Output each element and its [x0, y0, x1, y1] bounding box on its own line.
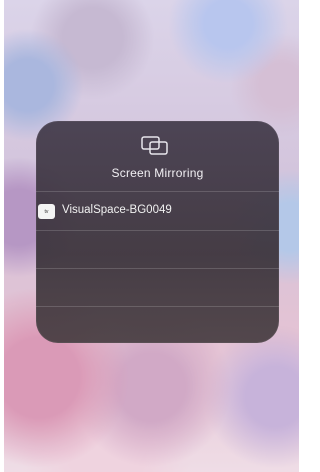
- screen-mirroring-icon: [141, 136, 168, 155]
- divider: [36, 230, 279, 231]
- divider: [36, 191, 279, 192]
- device-option-visualspace[interactable]: tv VisualSpace-BG0049: [36, 194, 279, 230]
- apple-tv-icon: tv: [38, 204, 55, 219]
- device-label: VisualSpace-BG0049: [62, 204, 172, 216]
- divider: [36, 306, 279, 307]
- panel-title: Screen Mirroring: [111, 166, 204, 180]
- divider: [36, 268, 279, 269]
